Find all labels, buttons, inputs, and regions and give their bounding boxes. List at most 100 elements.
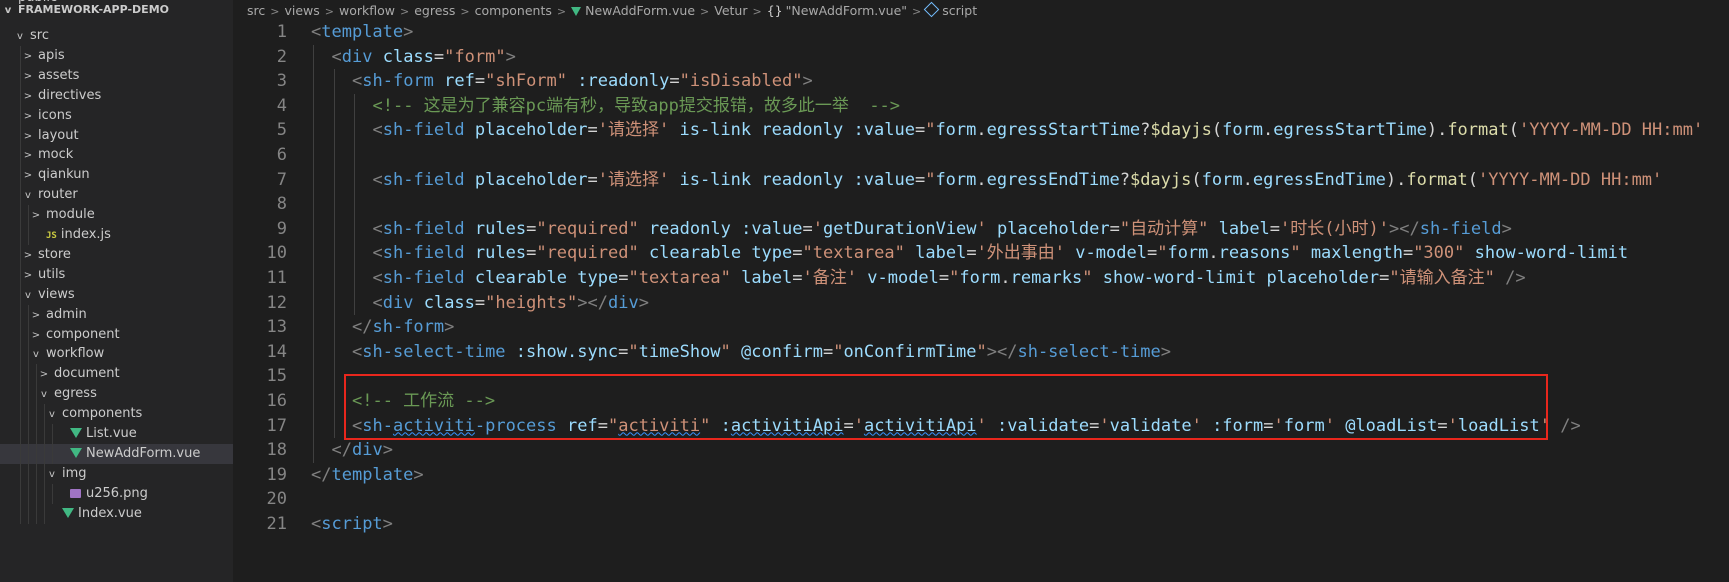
code-token: type	[577, 268, 619, 288]
tree-item-component[interactable]: > component	[0, 324, 233, 345]
code-token: <!-- 这是为了兼容pc端有秒，导致app提交报错，故多此一举 -->	[372, 95, 901, 116]
code-token: onConfirmTime	[843, 341, 977, 362]
code-token: <	[372, 120, 383, 141]
code-line[interactable]: 15	[233, 364, 1729, 389]
code-line[interactable]: 4 <!-- 这是为了兼容pc端有秒，导致app提交报错，故多此一举 -->	[233, 93, 1729, 119]
tree-item-utils[interactable]: > utils	[0, 264, 233, 285]
breadcrumb-object[interactable]: "NewAddForm.vue"	[786, 3, 907, 18]
tree-item-list-vue[interactable]: List.vue	[0, 424, 233, 444]
tree-item-qiankun[interactable]: > qiankun	[0, 165, 233, 186]
code-token: div	[351, 440, 383, 461]
code-token: rules	[474, 218, 527, 239]
tree-item-index-js[interactable]: JS index.js	[0, 225, 233, 245]
tree-item-icons[interactable]: > icons	[0, 105, 233, 126]
code-token: '外出事由'	[976, 243, 1066, 264]
code-line[interactable]: 1 <template>	[233, 20, 1729, 45]
code-line[interactable]: 12 <div class="heights"></div>	[233, 290, 1729, 316]
tree-item-label: img	[62, 465, 87, 481]
code-editor[interactable]: src > views > workflow > egress > components > New…	[233, 0, 1729, 582]
indent-guide	[313, 118, 314, 143]
code-line[interactable]: 14 <sh-select-time :show.sync="timeShow" …	[233, 339, 1729, 365]
tree-item-src[interactable]: v src	[0, 26, 233, 46]
code-token: form	[1167, 243, 1209, 264]
code-line[interactable]: 7 <sh-field placeholder='请选择' is-link rea…	[233, 167, 1729, 193]
tree-item-label: directives	[38, 87, 102, 103]
indent-guide	[333, 413, 335, 439]
code-text: </div>	[332, 438, 393, 463]
code-line[interactable]: 13 </sh-form>	[233, 315, 1729, 340]
breadcrumb-segment[interactable]: workflow	[339, 3, 395, 18]
code-line[interactable]: 6	[233, 143, 1729, 168]
tree-item-views[interactable]: v views	[0, 284, 233, 305]
code-token: <	[311, 22, 322, 42]
breadcrumb-symbol[interactable]: script	[942, 3, 977, 18]
code-token: =	[474, 292, 486, 313]
breadcrumb-vetur[interactable]: Vetur	[714, 3, 747, 18]
tree-item-document[interactable]: > document	[0, 364, 233, 385]
code-token: :form	[1212, 415, 1264, 436]
code-line[interactable]: 21 <script>	[233, 512, 1729, 537]
code-token: form	[935, 169, 977, 190]
code-line[interactable]: 11 <sh-field clearable type="textarea" la…	[233, 266, 1729, 291]
tree-item-layout[interactable]: > layout	[0, 125, 233, 146]
breadcrumb-segment[interactable]: views	[284, 3, 319, 18]
code-token: .	[976, 120, 987, 141]
indent-guide	[313, 143, 314, 168]
tree-item-mock[interactable]: > mock	[0, 145, 233, 166]
code-line[interactable]: 9 <sh-field rules="required" readonly :va…	[233, 216, 1729, 242]
indent-guide	[354, 192, 355, 217]
tree-item-apis[interactable]: > apis	[0, 45, 233, 66]
code-token: '	[853, 415, 864, 436]
tree-item-store[interactable]: > store	[0, 244, 233, 265]
line-number: 19	[266, 464, 287, 485]
code-token: :value	[853, 120, 915, 141]
code-text: <div class="form">	[332, 45, 516, 70]
code-token: <	[352, 415, 363, 436]
code-line[interactable]: 19 </template>	[233, 463, 1729, 488]
code-token: <	[311, 514, 322, 534]
code-line[interactable]: 18 </div>	[233, 438, 1729, 463]
tree-item-router[interactable]: v router	[0, 185, 233, 206]
code-token: egressStartTime	[1273, 120, 1427, 141]
tree-item-directives[interactable]: > directives	[0, 85, 233, 106]
project-root-header[interactable]: v FRAMEWORK-APP-DEMO	[0, 0, 233, 20]
tree-item-components[interactable]: v components	[0, 404, 233, 425]
breadcrumb-file[interactable]: NewAddForm.vue	[585, 3, 695, 18]
breadcrumb-segment[interactable]: components	[475, 3, 552, 18]
code-token: '	[976, 218, 987, 239]
code-token: "isDisabled"	[679, 71, 803, 92]
code-token: <!-- 工作流 -->	[352, 391, 496, 411]
tree-item-egress[interactable]: v egress	[0, 384, 233, 405]
code-line[interactable]: 10 <sh-field rules="required" clearable t…	[233, 241, 1729, 266]
code-line[interactable]: 5 <sh-field placeholder='请选择' is-link rea…	[233, 118, 1729, 143]
code-token: '	[1447, 415, 1458, 436]
code-line[interactable]: 17 <sh-activiti-process ref="activiti" :a…	[233, 413, 1729, 439]
tree-item-module[interactable]: > module	[0, 205, 233, 226]
code-line[interactable]: 16 <!-- 工作流 -->	[233, 389, 1729, 414]
tree-item-assets[interactable]: > assets	[0, 65, 233, 86]
tree-item-img[interactable]: v img	[0, 463, 233, 484]
tree-item-label: index.js	[60, 227, 111, 242]
tree-item-u256-png[interactable]: u256.png	[0, 483, 233, 504]
code-text: <sh-field placeholder='请选择' is-link read…	[373, 168, 1663, 193]
tree-item-workflow[interactable]: v workflow	[0, 344, 233, 365]
breadcrumb-segment[interactable]: src	[247, 3, 265, 18]
explorer-sidebar: public vFRAMEWORK-APP-DEMO vsrc>apis>ass…	[0, 0, 233, 582]
code-token: "	[720, 341, 731, 362]
code-line[interactable]: 20	[233, 487, 1729, 512]
code-token: @loadList	[1345, 415, 1438, 436]
code-line[interactable]: 8	[233, 192, 1729, 217]
breadcrumb-segment[interactable]: egress	[414, 3, 455, 18]
code-line[interactable]: 3 <sh-form ref="shForm" :readonly="isDisa…	[233, 69, 1729, 94]
line-number: 18	[266, 440, 287, 461]
tree-item-index-vue[interactable]: Index.vue	[0, 503, 233, 524]
code-token: "	[1082, 268, 1093, 288]
code-line[interactable]: 2 <div class="form">	[233, 44, 1729, 70]
tree-item-newaddform-vue[interactable]: NewAddForm.vue	[0, 443, 233, 464]
tree-item-admin[interactable]: > admin	[0, 304, 233, 325]
code-token: div	[382, 292, 414, 313]
chevron-right-icon: >	[23, 90, 33, 102]
